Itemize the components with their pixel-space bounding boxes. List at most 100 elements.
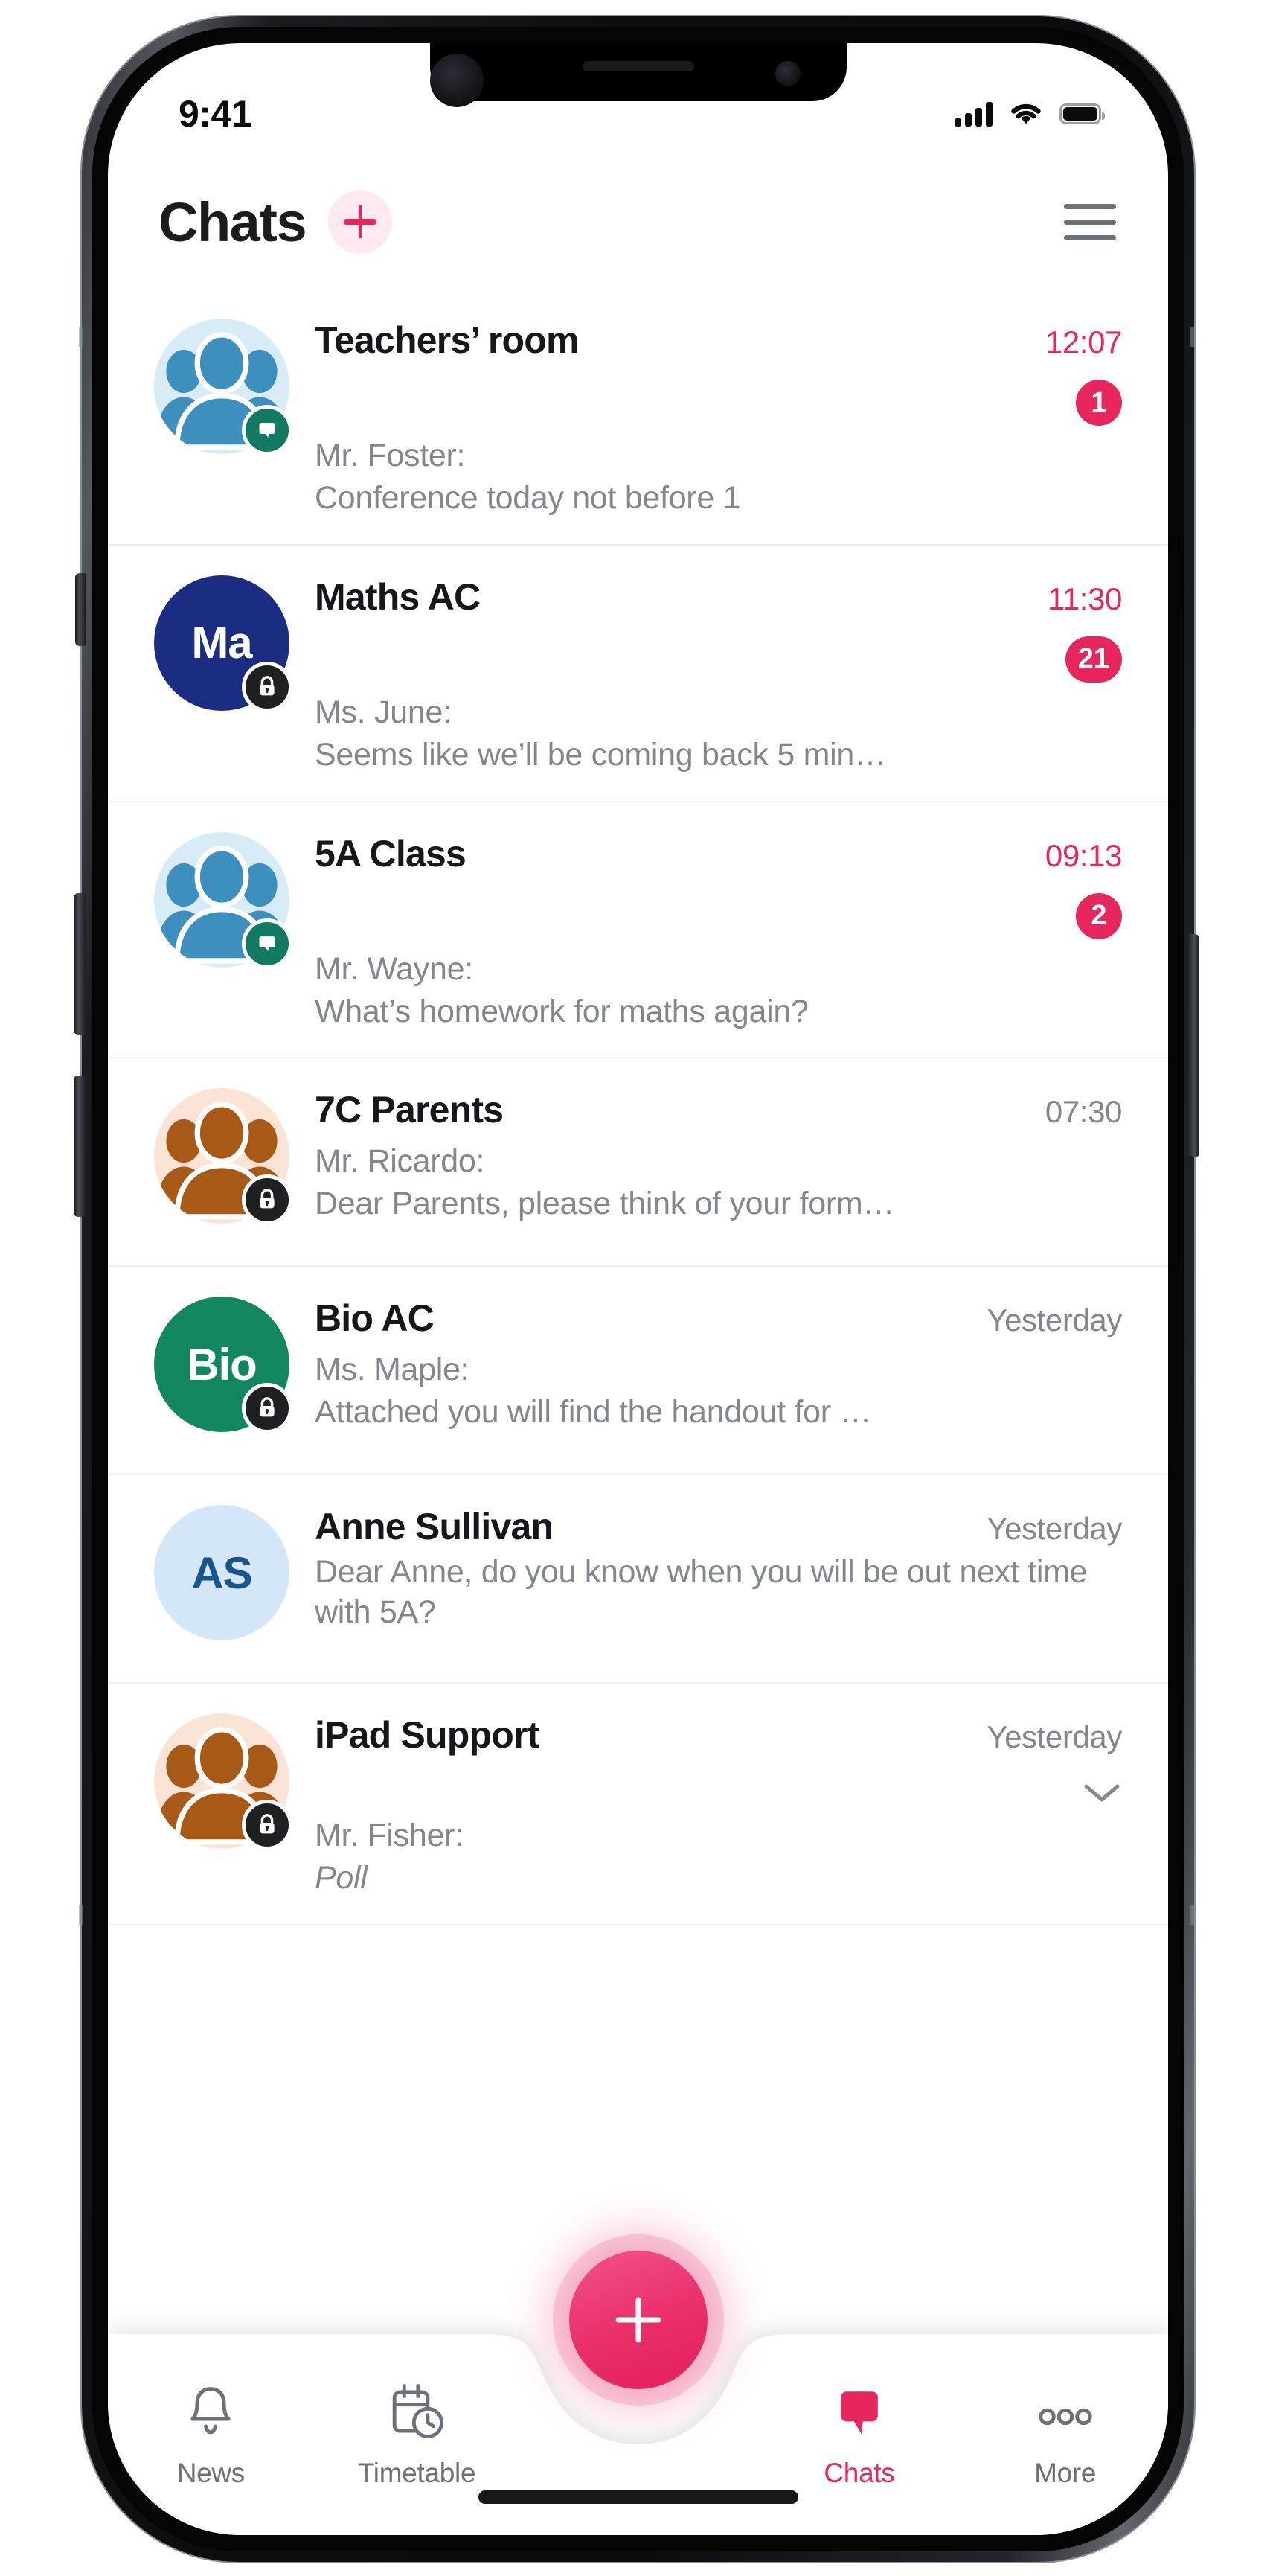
lock-icon [260, 1189, 275, 1209]
chevron-down-icon[interactable] [1082, 1780, 1122, 1806]
chat-name: Maths AC [315, 575, 481, 618]
chat-header-line: 7C Parents 07:30 [315, 1088, 1122, 1131]
calendar-clock-icon [392, 2384, 444, 2438]
chat-sender: Ms. Maple: [315, 1352, 469, 1388]
chat-sender: Ms. June: [315, 694, 452, 730]
chat-list[interactable]: Teachers’ room 12:07 1 Mr. Foster: Conferenc… [108, 289, 1168, 1925]
avatar-initials: Ma [191, 618, 252, 668]
hamburger-menu-icon[interactable] [1064, 203, 1116, 240]
chat-list-item[interactable]: 7C Parents 07:30 Mr. Ricardo: Dear Parents,… [108, 1058, 1168, 1268]
speech-bubble-icon [830, 2380, 888, 2443]
avatar-initials: AS [191, 1547, 252, 1598]
chat-meta: 07:30 [1027, 1094, 1123, 1130]
avatar[interactable] [154, 831, 292, 969]
avatar[interactable] [154, 1088, 292, 1226]
tab-label: More [1034, 2458, 1097, 2488]
battery-icon [1059, 103, 1105, 124]
chat-list-item[interactable]: iPad Support Yesterday Mr. Fisher: Poll [108, 1684, 1168, 1925]
three-dots-icon [1038, 2408, 1092, 2426]
page-title: Chats [158, 191, 307, 253]
group-chat-badge [242, 405, 292, 456]
private-chat-badge [242, 1383, 292, 1434]
chat-name: Bio AC [315, 1297, 434, 1340]
tab-label: Timetable [357, 2458, 476, 2488]
chat-timestamp: Yesterday [987, 1719, 1122, 1755]
calendar-clock-icon [386, 2380, 447, 2443]
three-dots-icon [1034, 2380, 1097, 2443]
chat-content: Bio AC Yesterday Ms. Maple: Attached you wi… [289, 1292, 1122, 1433]
chat-preview: Conference today not before 1 [315, 480, 741, 516]
chat-preview: Dear Anne, do you know when you will be … [315, 1554, 1088, 1630]
volume-up-button[interactable] [74, 893, 86, 1035]
chat-meta: Yesterday [969, 1303, 1122, 1338]
status-bar-indicators [955, 101, 1105, 127]
chat-list-item[interactable]: Bio Bio AC Yesterday Ms. Maple: Attached you… [108, 1267, 1168, 1476]
app-header: Chats [108, 162, 1168, 281]
home-indicator [478, 2490, 798, 2504]
new-chat-button[interactable] [328, 190, 393, 254]
chat-sender: Mr. Fisher: [315, 1818, 464, 1854]
chat-meta: Yesterday [969, 1719, 1122, 1806]
chat-header-line: Teachers’ room 12:07 1 [315, 319, 1122, 426]
tab-item-chats[interactable]: Chats [757, 2380, 963, 2489]
chat-content: Maths AC 11:30 21 Ms. June: Seems like we’ll… [289, 571, 1122, 776]
wifi-icon [1011, 103, 1041, 124]
chat-list-item[interactable]: Ma Maths AC 11:30 21 Ms. June: Seems like we’… [108, 546, 1168, 802]
chat-meta: Yesterday [969, 1511, 1122, 1547]
avatar[interactable]: AS [154, 1505, 289, 1641]
tab-item-news[interactable]: News [108, 2380, 314, 2489]
chat-preview: Seems like we’ll be coming back 5 min… [315, 736, 886, 773]
compose-fab-button[interactable] [568, 2251, 708, 2389]
lock-icon [260, 1397, 275, 1417]
chat-timestamp: 11:30 [1048, 581, 1122, 616]
chat-list-item[interactable]: 5A Class 09:13 2 Mr. Wayne: What’s homework … [108, 802, 1168, 1059]
unread-count-badge: 21 [1065, 636, 1122, 683]
tab-label: Chats [824, 2458, 895, 2488]
avatar[interactable]: Ma [154, 575, 292, 712]
silent-switch-button[interactable] [75, 573, 86, 646]
tab-item-more[interactable]: More [962, 2380, 1168, 2489]
speech-bubble-icon [259, 423, 275, 438]
chat-list-item[interactable]: AS Anne Sullivan Yesterday Dear Anne, do yo… [108, 1475, 1168, 1684]
chat-timestamp: 09:13 [1045, 837, 1123, 873]
expand-chat-button[interactable] [987, 1780, 1122, 1806]
chat-preview: What’s homework for maths again? [315, 993, 809, 1029]
private-chat-badge [242, 1800, 292, 1851]
antenna-line [79, 1905, 83, 1925]
avatar-initials: Bio [187, 1339, 257, 1390]
avatar[interactable] [154, 319, 292, 456]
group-chat-badge [242, 918, 292, 969]
tab-item-timetable[interactable]: Timetable [314, 2380, 520, 2489]
chat-list-item[interactable]: Teachers’ room 12:07 1 Mr. Foster: Conferenc… [108, 289, 1168, 546]
plus-icon [344, 205, 377, 238]
tab-label: News [176, 2458, 246, 2488]
chat-name: iPad Support [315, 1714, 539, 1757]
chat-header-line: Bio AC Yesterday [315, 1297, 1122, 1340]
chat-content: Anne Sullivan Yesterday Dear Anne, do you … [289, 1500, 1122, 1633]
bottom-tab-bar: News Timetable Chats More [108, 2222, 1168, 2535]
cellular-signal-icon [955, 101, 993, 127]
unread-count-badge: 1 [1076, 380, 1122, 426]
lock-icon [260, 675, 275, 696]
avatar[interactable]: Bio [154, 1297, 292, 1434]
chat-timestamp: 07:30 [1045, 1094, 1123, 1130]
antenna-line [1190, 1905, 1194, 1925]
chat-timestamp: 12:07 [1045, 325, 1123, 359]
status-bar-time: 9:41 [179, 93, 252, 135]
speech-bubble-icon [259, 936, 275, 951]
volume-down-button[interactable] [74, 1076, 86, 1217]
chat-preview: Attached you will find the handout for … [315, 1394, 872, 1431]
chat-content: iPad Support Yesterday Mr. Fisher: Poll [289, 1709, 1122, 1899]
lock-icon [260, 1814, 275, 1834]
power-button[interactable] [1187, 934, 1199, 1157]
chat-sender: Mr. Foster: [315, 438, 466, 473]
front-camera-icon [775, 61, 801, 86]
chat-header-line: 5A Class 09:13 2 [315, 832, 1122, 939]
chat-content: 5A Class 09:13 2 Mr. Wayne: What’s homework … [289, 828, 1122, 1032]
chat-meta: 09:13 2 [1027, 838, 1122, 939]
plus-icon [615, 2297, 661, 2343]
avatar[interactable] [154, 1713, 292, 1851]
chat-content: 7C Parents 07:30 Mr. Ricardo: Dear Parents,… [289, 1084, 1122, 1224]
antenna-line [1190, 327, 1194, 347]
unread-count-badge: 2 [1076, 892, 1122, 939]
